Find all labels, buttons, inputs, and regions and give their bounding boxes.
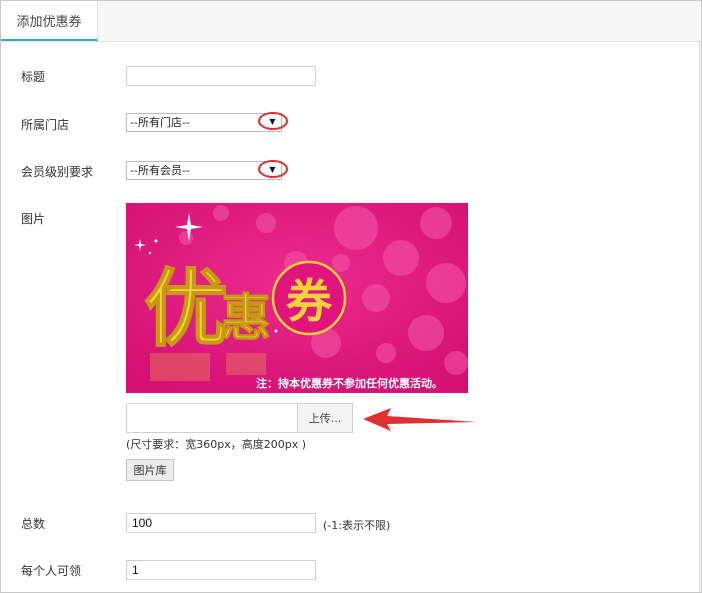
title-label: 标题	[21, 70, 46, 84]
upload-path-field[interactable]	[126, 403, 298, 433]
member-label: 会员级别要求	[21, 165, 94, 179]
store-label: 所属门店	[21, 118, 70, 132]
promo-circle-text: 券	[286, 274, 333, 328]
promo-big-text-2: 惠	[221, 288, 271, 347]
total-label: 总数	[21, 517, 46, 531]
gallery-button[interactable]: 图片库	[126, 459, 174, 481]
title-input[interactable]	[126, 66, 316, 86]
tab-bar: 添加优惠券	[1, 1, 701, 42]
total-note: (-1:表示不限)	[323, 519, 391, 532]
red-ring-annotation	[258, 160, 288, 178]
total-input[interactable]	[126, 513, 316, 533]
red-arrow-annotation	[363, 408, 477, 431]
tab-add-coupon[interactable]: 添加优惠券	[1, 1, 98, 41]
size-hint: (尺寸要求：宽360px，高度200px )	[126, 438, 307, 451]
red-ring-annotation	[258, 112, 288, 130]
per-person-label: 每个人可领	[21, 564, 82, 578]
coupon-image: 优 惠 券 注：持本优惠券不参加任何优惠活动。	[126, 203, 468, 393]
per-person-input[interactable]	[126, 560, 316, 580]
image-label: 图片	[21, 212, 46, 226]
upload-button[interactable]: 上传...	[297, 403, 353, 433]
promo-big-text-1: 优	[144, 259, 228, 358]
promo-note: 注：持本优惠券不参加任何优惠活动。	[256, 376, 443, 390]
member-selected-value: --所有会员--	[130, 164, 190, 177]
store-selected-value: --所有门店--	[130, 116, 190, 129]
page-frame: 添加优惠券 标题 所属门店 --所有门店-- ▼ 会员级别要求 --所有会员--…	[0, 0, 702, 593]
divider	[699, 41, 700, 592]
